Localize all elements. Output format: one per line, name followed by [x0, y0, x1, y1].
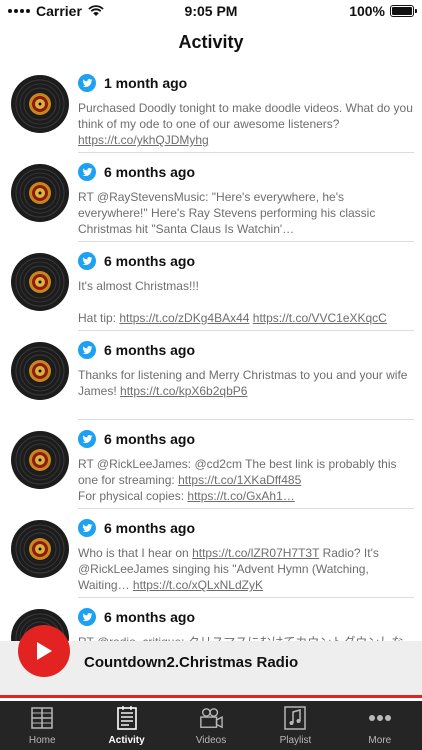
- battery-percent: 100%: [349, 3, 385, 19]
- station-name: Countdown2.Christmas Radio: [84, 654, 299, 671]
- tweet-time: 6 months ago: [104, 431, 196, 447]
- tab-activity[interactable]: Activity: [84, 701, 168, 750]
- activity-notes-icon: [115, 706, 139, 730]
- home-grid-icon: [30, 706, 54, 730]
- tweet-link[interactable]: https://t.co/GxAh1…: [187, 489, 294, 503]
- tweet-time: 6 months ago: [104, 520, 196, 536]
- tab-playlist[interactable]: Playlist: [253, 701, 337, 750]
- battery-icon: [390, 5, 417, 17]
- feed-item[interactable]: 6 months ago Thanks for listening and Mer…: [0, 331, 422, 420]
- record-avatar-icon: [10, 341, 70, 401]
- tab-videos[interactable]: Videos: [169, 701, 253, 750]
- record-avatar-icon: [10, 163, 70, 223]
- twitter-icon: [78, 341, 96, 359]
- tweet-text: RT @RickLeeJames: @cd2cm The best link i…: [78, 457, 397, 503]
- tweet-text: RT @RayStevensMusic: "Here's everywhere,…: [78, 190, 376, 236]
- tweet-link[interactable]: https://t.co/VVC1eXKqcC: [253, 311, 387, 325]
- record-avatar-icon: [10, 430, 70, 490]
- twitter-icon: [78, 163, 96, 181]
- carrier-label: Carrier: [36, 3, 82, 19]
- twitter-icon: [78, 430, 96, 448]
- twitter-icon: [78, 252, 96, 270]
- status-bar: Carrier 9:05 PM 100%: [0, 0, 422, 22]
- tweet-link[interactable]: https://t.co/1XKaDff485: [178, 473, 301, 487]
- tweet-link[interactable]: https://t.co/kpX6b2qbP6: [120, 384, 247, 398]
- twitter-icon: [78, 519, 96, 537]
- tweet-time: 6 months ago: [104, 342, 196, 358]
- tab-label: Playlist: [279, 735, 312, 746]
- play-button[interactable]: [18, 625, 70, 677]
- tab-home[interactable]: Home: [0, 701, 84, 750]
- tweet-text: Purchased Doodly tonight to make doodle …: [78, 101, 413, 147]
- tab-more[interactable]: More: [338, 701, 422, 750]
- feed-item[interactable]: 6 months ago Who is that I hear on https:…: [0, 509, 422, 598]
- wifi-icon: [88, 5, 104, 17]
- tweet-link[interactable]: https://t.co/ykhQJDMyhg: [78, 133, 209, 147]
- signal-icon: [8, 9, 30, 13]
- tab-label: More: [368, 735, 392, 746]
- tweet-time: 6 months ago: [104, 164, 196, 180]
- play-icon: [37, 642, 52, 660]
- video-camera-icon: [199, 706, 223, 730]
- tweet-time: 6 months ago: [104, 609, 196, 625]
- record-avatar-icon: [10, 519, 70, 579]
- tab-bar: Home Activity Videos Playlist More: [0, 701, 422, 750]
- tweet-link[interactable]: https://t.co/lZR07H7T3T: [192, 546, 319, 560]
- tweet-text: It's almost Christmas!!! Hat tip: https:…: [78, 279, 387, 325]
- status-left: Carrier: [8, 3, 104, 19]
- playlist-music-icon: [283, 706, 307, 730]
- tweet-time: 1 month ago: [104, 75, 188, 91]
- tweet-text: Who is that I hear on https://t.co/lZR07…: [78, 546, 379, 592]
- feed-item[interactable]: 6 months ago RT @RayStevensMusic: "Here's…: [0, 153, 422, 242]
- twitter-icon: [78, 608, 96, 626]
- feed-item[interactable]: 6 months ago RT @RickLeeJames: @cd2cm The…: [0, 420, 422, 509]
- tweet-text: Thanks for listening and Merry Christmas…: [78, 368, 408, 398]
- feed-item[interactable]: 1 month ago Purchased Doodly tonight to m…: [0, 64, 422, 153]
- feed-item[interactable]: 6 months ago It's almost Christmas!!! Hat…: [0, 242, 422, 331]
- now-playing-bar[interactable]: Countdown2.Christmas Radio: [0, 625, 422, 698]
- tweet-time: 6 months ago: [104, 253, 196, 269]
- page-title: Activity: [178, 32, 244, 52]
- record-avatar-icon: [10, 252, 70, 312]
- status-right: 100%: [349, 3, 417, 19]
- tab-label: Videos: [195, 735, 227, 746]
- record-avatar-icon: [10, 74, 70, 134]
- tweet-link[interactable]: https://t.co/zDKg4BAx44: [119, 311, 249, 325]
- tab-label: Activity: [108, 735, 145, 746]
- twitter-icon: [78, 74, 96, 92]
- more-dots-icon: [368, 706, 392, 730]
- activity-feed[interactable]: 1 month ago Purchased Doodly tonight to m…: [0, 64, 422, 646]
- tab-label: Home: [28, 735, 56, 746]
- tweet-link[interactable]: https://t.co/xQLxNLdZyK: [133, 578, 263, 592]
